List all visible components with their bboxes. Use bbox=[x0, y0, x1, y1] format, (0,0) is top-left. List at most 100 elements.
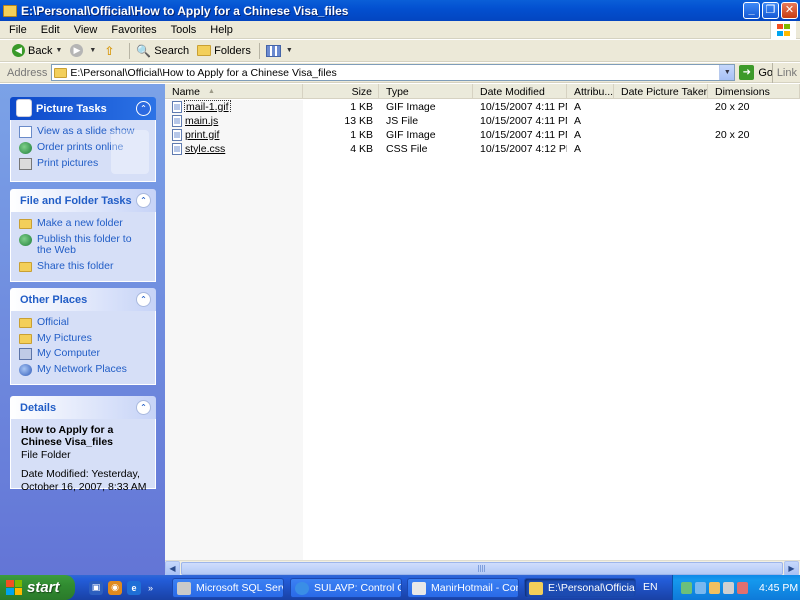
horizontal-scrollbar[interactable]: ◀ ▶ bbox=[165, 560, 800, 576]
column-header-size[interactable]: Size bbox=[303, 84, 379, 99]
task-pane: Picture Tasks ⌃ View as a slide show Ord… bbox=[0, 84, 165, 575]
file-list[interactable]: Name ▲ Size Type Date Modified Attribu..… bbox=[165, 84, 800, 576]
file-row[interactable]: main.js 13 KB JS File 10/15/2007 4:11 PM… bbox=[165, 114, 800, 127]
menu-tools[interactable]: Tools bbox=[171, 24, 197, 36]
place-my-pictures[interactable]: My Pictures bbox=[19, 332, 149, 345]
gif-file-icon bbox=[172, 100, 182, 113]
security-icon[interactable] bbox=[709, 581, 720, 594]
my-computer-icon bbox=[19, 348, 32, 361]
search-button[interactable]: 🔍 Search bbox=[136, 44, 189, 58]
collapse-icon[interactable]: ⌃ bbox=[136, 292, 151, 307]
taskbar-button-label: E:\Personal\Official... bbox=[548, 582, 635, 594]
up-button[interactable]: ⇧ bbox=[104, 44, 121, 58]
file-name-cell[interactable]: print.gif bbox=[165, 128, 303, 141]
column-header-dimensions[interactable]: Dimensions bbox=[708, 84, 800, 99]
menu-favorites[interactable]: Favorites bbox=[111, 24, 156, 36]
menu-edit[interactable]: Edit bbox=[41, 24, 60, 36]
show-desktop-icon[interactable]: ▣ bbox=[89, 580, 103, 595]
close-button[interactable]: ✕ bbox=[781, 2, 798, 19]
file-row[interactable]: mail-1.gif 1 KB GIF Image 10/15/2007 4:1… bbox=[165, 100, 800, 113]
chevron-down-icon[interactable]: ▼ bbox=[719, 65, 735, 80]
task-make-new-folder[interactable]: Make a new folder bbox=[19, 217, 149, 230]
task-share-folder[interactable]: Share this folder bbox=[19, 260, 149, 273]
title-bar[interactable]: E:\Personal\Official\How to Apply for a … bbox=[0, 0, 800, 21]
restore-button[interactable]: ❐ bbox=[762, 2, 779, 19]
media-player-icon[interactable]: ◉ bbox=[108, 580, 122, 595]
minimize-button[interactable]: _ bbox=[743, 2, 760, 19]
links-toolbar[interactable]: Link bbox=[771, 63, 800, 83]
taskbar-button-sql-server[interactable]: Microsoft SQL Serv... bbox=[172, 578, 284, 598]
slideshow-icon bbox=[19, 126, 32, 138]
go-button[interactable]: ➜ Go bbox=[739, 65, 773, 80]
messenger-icon[interactable] bbox=[695, 581, 706, 594]
collapse-icon[interactable]: ⌃ bbox=[136, 101, 151, 116]
file-name-cell[interactable]: main.js bbox=[165, 114, 303, 127]
other-places-header[interactable]: Other Places ⌃ bbox=[10, 288, 156, 311]
share-folder-icon bbox=[19, 261, 32, 272]
column-header-date-modified[interactable]: Date Modified bbox=[473, 84, 567, 99]
other-places-panel: Other Places ⌃ Official My Pictures My C… bbox=[10, 288, 156, 385]
start-label: start bbox=[27, 579, 60, 596]
picture-tasks-body: View as a slide show Order prints online… bbox=[10, 120, 156, 182]
search-icon: 🔍 bbox=[136, 43, 152, 58]
file-name[interactable]: style.css bbox=[185, 143, 225, 155]
back-button[interactable]: ◀ Back ▼ bbox=[12, 44, 62, 57]
scrollbar-thumb[interactable] bbox=[181, 562, 783, 575]
file-row[interactable]: style.css 4 KB CSS File 10/15/2007 4:12 … bbox=[165, 142, 800, 155]
place-my-computer[interactable]: My Computer bbox=[19, 348, 149, 361]
folder-icon bbox=[54, 67, 68, 78]
menu-view[interactable]: View bbox=[74, 24, 98, 36]
file-name[interactable]: main.js bbox=[185, 115, 218, 127]
file-name[interactable]: mail-1.gif bbox=[184, 100, 231, 113]
clock[interactable]: 4:45 PM bbox=[759, 582, 798, 594]
taskbar-button-label: SULAVP: Control C... bbox=[314, 582, 401, 594]
picture-tasks-header[interactable]: Picture Tasks ⌃ bbox=[10, 97, 156, 120]
file-name-cell[interactable]: mail-1.gif bbox=[165, 100, 303, 113]
task-publish-folder[interactable]: Publish this folder to the Web bbox=[19, 233, 149, 257]
details-date-modified: Date Modified: Yesterday, October 16, 20… bbox=[21, 468, 147, 494]
column-header-attributes[interactable]: Attribu... bbox=[567, 84, 614, 99]
address-input[interactable]: E:\Personal\Official\How to Apply for a … bbox=[51, 64, 736, 81]
language-indicator[interactable]: EN bbox=[643, 581, 658, 593]
column-header-date-picture-taken[interactable]: Date Picture Taken bbox=[614, 84, 708, 99]
file-row[interactable]: print.gif 1 KB GIF Image 10/15/2007 4:11… bbox=[165, 128, 800, 141]
toolbar-separator bbox=[129, 42, 131, 59]
chevron-down-icon[interactable]: ▼ bbox=[89, 47, 96, 54]
place-official[interactable]: Official bbox=[19, 316, 149, 329]
collapse-icon[interactable]: ⌃ bbox=[136, 193, 151, 208]
scroll-right-button[interactable]: ▶ bbox=[784, 561, 799, 576]
folders-button[interactable]: Folders bbox=[197, 45, 251, 57]
place-my-network-places[interactable]: My Network Places bbox=[19, 364, 149, 377]
update-icon[interactable] bbox=[737, 581, 748, 594]
file-attributes: A bbox=[574, 128, 582, 141]
file-size: 1 KB bbox=[350, 128, 373, 141]
chevron-down-icon[interactable]: ▼ bbox=[55, 47, 62, 54]
views-button[interactable]: ▼ bbox=[265, 44, 293, 57]
network-connection-icon[interactable] bbox=[681, 581, 692, 594]
file-name-cell[interactable]: style.css bbox=[165, 142, 303, 155]
scroll-left-button[interactable]: ◀ bbox=[165, 561, 180, 576]
quick-launch: ▣ ◉ e » bbox=[89, 580, 153, 595]
start-button[interactable]: start bbox=[0, 575, 75, 600]
volume-icon[interactable] bbox=[723, 581, 734, 594]
taskbar-button-hotmail[interactable]: ManirHotmail - Con... bbox=[407, 578, 519, 598]
file-folder-tasks-header[interactable]: File and Folder Tasks ⌃ bbox=[10, 189, 156, 212]
internet-explorer-icon[interactable]: e bbox=[127, 580, 141, 595]
file-type: CSS File bbox=[386, 142, 428, 155]
address-value[interactable]: E:\Personal\Official\How to Apply for a … bbox=[70, 67, 336, 79]
chevron-right-icon[interactable]: » bbox=[148, 583, 153, 593]
forward-button[interactable]: ▶ ▼ bbox=[70, 44, 96, 57]
menu-file[interactable]: File bbox=[9, 24, 27, 36]
taskbar-button-explorer[interactable]: E:\Personal\Official... bbox=[524, 578, 636, 598]
file-name[interactable]: print.gif bbox=[185, 129, 219, 141]
folders-label: Folders bbox=[214, 44, 251, 57]
details-header[interactable]: Details ⌃ bbox=[10, 396, 156, 419]
collapse-icon[interactable]: ⌃ bbox=[136, 400, 151, 415]
sort-ascending-icon: ▲ bbox=[208, 88, 215, 95]
file-date-picture-taken bbox=[614, 128, 708, 141]
taskbar-button-sulavp[interactable]: SULAVP: Control C... bbox=[290, 578, 402, 598]
picture-tasks-icon bbox=[16, 99, 32, 117]
column-header-name[interactable]: Name ▲ bbox=[165, 84, 303, 99]
column-header-type[interactable]: Type bbox=[379, 84, 473, 99]
menu-help[interactable]: Help bbox=[210, 24, 233, 36]
